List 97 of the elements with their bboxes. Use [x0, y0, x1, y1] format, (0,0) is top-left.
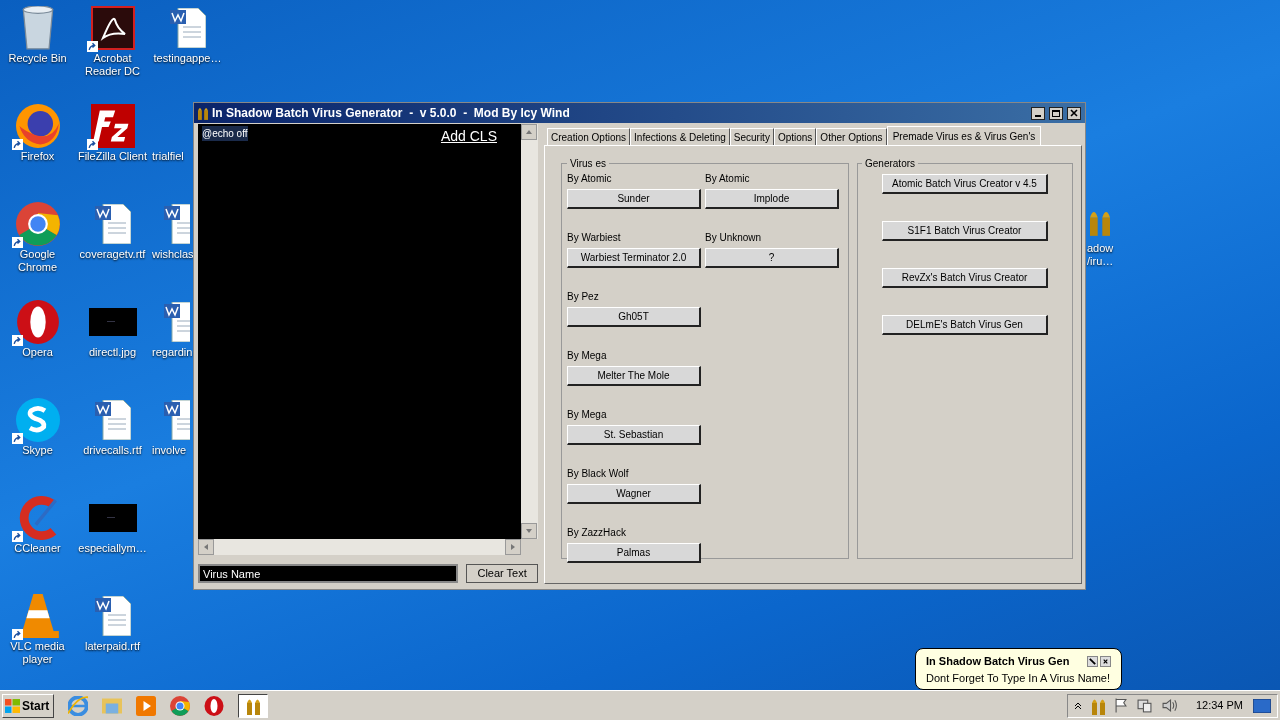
action-button[interactable]: Warbiest Terminator 2.0 [567, 248, 701, 268]
action-button[interactable]: DELmE's Batch Virus Gen [882, 315, 1048, 335]
balloon-message: Dont Forget To Type In A Virus Name! [926, 670, 1111, 686]
author-label: By Black Wolf [567, 467, 630, 481]
desktop-icon-label[interactable]: VLC media player [0, 640, 75, 666]
pdf-icon [90, 6, 135, 50]
author-label: By Mega [567, 408, 608, 422]
action-button[interactable]: ? [705, 248, 839, 268]
minimize-button[interactable] [1031, 106, 1045, 120]
horizontal-scrollbar[interactable] [198, 539, 521, 555]
tab[interactable]: Options [773, 128, 817, 145]
opera-icon [15, 300, 60, 344]
scroll-down-button[interactable] [521, 523, 537, 539]
wrench-icon[interactable] [1087, 655, 1098, 667]
action-button[interactable]: S1F1 Batch Virus Creator [882, 221, 1048, 241]
action-button[interactable]: Atomic Batch Virus Creator v 4.5 [882, 174, 1048, 194]
author-label: By Atomic [705, 172, 751, 186]
triangle-icon [526, 129, 532, 135]
chevron-up-icon[interactable] [1073, 701, 1082, 710]
action-button[interactable]: Sunder [567, 189, 701, 209]
taskbar-app-button[interactable] [238, 693, 268, 718]
desktop-icon-label[interactable]: adow /iru… [1087, 242, 1114, 268]
recycle-bin-icon [21, 6, 54, 50]
desktop-icon-label[interactable]: Acrobat Reader DC [75, 52, 150, 78]
start-button[interactable]: Start [2, 693, 54, 718]
desktop-icon-label[interactable]: CCleaner [14, 542, 61, 555]
chrome-icon [15, 202, 60, 246]
scroll-left-button[interactable] [198, 539, 214, 555]
firefox-icon [15, 104, 60, 148]
skype-icon [15, 398, 60, 442]
desktop-icon-label[interactable]: Google Chrome [0, 248, 75, 274]
desktop-icon-label[interactable]: testingappe… [153, 52, 222, 65]
window-title: In Shadow Batch Virus Generator - v 5.0.0 - Mod By Icy Wind [212, 105, 571, 122]
virus-name-field[interactable]: Virus Name [198, 564, 459, 583]
tab[interactable]: Other Options [816, 128, 887, 145]
author-label: By Pez [567, 290, 600, 304]
document-icon [169, 8, 206, 48]
group-title: Virus es [569, 157, 607, 171]
document-icon [94, 204, 131, 244]
author-label: By Warbiest [567, 231, 622, 245]
desktop-icon-label[interactable]: especiallym… [78, 542, 147, 555]
action-button[interactable]: Wagner [567, 484, 701, 504]
desktop-icon-label[interactable]: involve [152, 444, 187, 457]
tab[interactable]: Infections & Deleting [630, 128, 730, 145]
author-label: By Mega [567, 349, 608, 363]
triangle-icon [203, 544, 209, 550]
windows-logo-icon [5, 698, 20, 713]
flag-icon[interactable] [1114, 698, 1127, 713]
desktop-icon-label[interactable]: regardin [152, 346, 193, 359]
maximize-button[interactable] [1049, 106, 1063, 120]
close-button[interactable] [1067, 106, 1081, 120]
chrome-icon [170, 695, 190, 716]
add-cls-link[interactable]: Add CLS [440, 126, 497, 147]
scroll-right-button[interactable] [505, 539, 521, 555]
desktop-icon-label[interactable]: Recycle Bin [8, 52, 67, 65]
tab[interactable]: Premade Virus es & Virus Gen's [886, 126, 1042, 145]
document-icon [94, 400, 131, 440]
tab[interactable]: Creation Options [547, 128, 631, 145]
balloon-title: In Shadow Batch Virus Gen [926, 654, 1071, 669]
desktop-icon-label[interactable]: Firefox [20, 150, 55, 163]
desktop-icon-label[interactable]: Skype [22, 444, 53, 457]
filezilla-icon [90, 104, 135, 148]
action-button[interactable]: RevZx's Batch Virus Creator [882, 268, 1048, 288]
desktop-icon-label[interactable]: drivecalls.rtf [83, 444, 142, 457]
desktop-icon-label[interactable]: laterpaid.rtf [85, 640, 140, 653]
action-button[interactable]: Melter The Mole [567, 366, 701, 386]
triangle-icon [510, 544, 516, 550]
author-label: By Atomic [567, 172, 613, 186]
action-button[interactable]: Implode [705, 189, 839, 209]
desktop-icon-label[interactable]: coveragetv.rtf [79, 248, 146, 261]
clock[interactable]: 12:34 PM [1195, 697, 1243, 714]
desktop-icon-label[interactable]: wishclas [152, 248, 194, 261]
desktop-icon-label[interactable]: FileZilla Client [77, 150, 148, 163]
action-button[interactable]: St. Sebastian [567, 425, 701, 445]
author-label: By Unknown [705, 231, 763, 245]
play-icon[interactable] [136, 695, 156, 716]
clear-text-button[interactable]: Clear Text [466, 564, 538, 583]
author-label: By ZazzHack [567, 526, 627, 540]
opera-icon [204, 695, 224, 716]
document-icon [94, 596, 131, 636]
desktop-icon-label[interactable]: directl.jpg [88, 346, 137, 359]
code-editor[interactable]: @echo off Add CLS [198, 124, 521, 539]
action-button[interactable]: Gh05T [567, 307, 701, 327]
bullets-icon [198, 106, 208, 120]
action-button[interactable]: Palmas [567, 543, 701, 563]
close-icon[interactable] [1100, 655, 1111, 667]
vertical-scrollbar[interactable] [521, 124, 538, 539]
volume-icon[interactable] [1161, 699, 1178, 712]
show-desktop-icon[interactable] [1253, 698, 1271, 713]
triangle-icon [526, 528, 532, 534]
desktop-icon-label[interactable]: Opera [22, 346, 53, 359]
tab[interactable]: Security [729, 128, 774, 145]
editor-text: @echo off [202, 126, 248, 141]
desktop-icon-label[interactable]: trialfiel [152, 150, 184, 163]
scroll-up-button[interactable] [521, 124, 537, 140]
group-title: Generators [864, 157, 917, 171]
network-icon[interactable] [1136, 698, 1152, 713]
